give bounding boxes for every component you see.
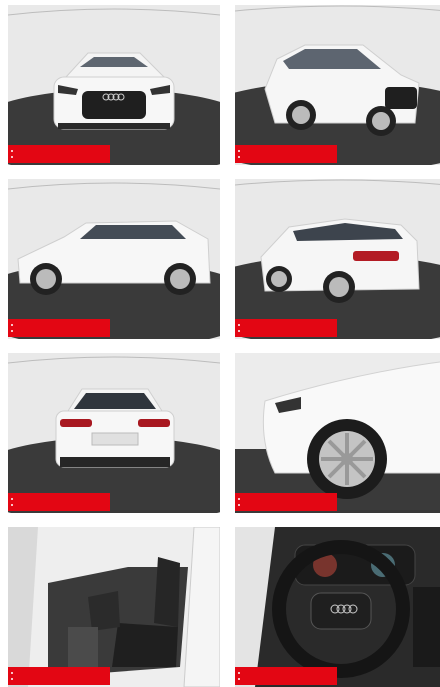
listing-badge — [8, 145, 110, 163]
steering-wheel-photo — [235, 527, 440, 687]
car-front-photo — [8, 5, 220, 165]
gallery-tile-interior-front-seats[interactable] — [8, 527, 220, 687]
gallery-tile-interior-steering-wheel[interactable] — [235, 527, 440, 687]
listing-badge — [235, 667, 337, 685]
car-three-quarter-photo — [235, 5, 440, 165]
gallery-tile-rear-three-quarter-view[interactable] — [235, 179, 440, 339]
listing-badge — [235, 493, 337, 511]
car-seats-photo — [8, 527, 220, 687]
gallery-tile-front-view[interactable] — [8, 5, 220, 165]
listing-badge — [235, 145, 337, 163]
gallery-tile-rear-view[interactable] — [8, 353, 220, 513]
gallery-tile-wheel-closeup[interactable] — [235, 353, 440, 513]
vehicle-photo-gallery — [0, 0, 440, 687]
car-rear-three-quarter-photo — [235, 179, 440, 339]
car-wheel-photo — [235, 353, 440, 513]
listing-badge — [8, 667, 110, 685]
car-side-photo — [8, 179, 220, 339]
gallery-tile-side-view[interactable] — [8, 179, 220, 339]
listing-badge — [8, 493, 110, 511]
listing-badge — [8, 319, 110, 337]
car-rear-photo — [8, 353, 220, 513]
gallery-tile-front-three-quarter-view[interactable] — [235, 5, 440, 165]
listing-badge — [235, 319, 337, 337]
